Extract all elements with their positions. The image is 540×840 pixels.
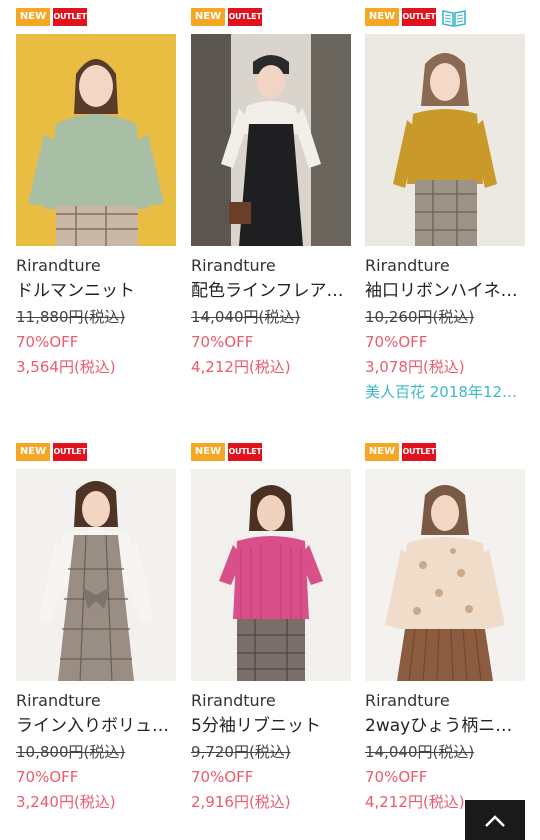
sale-price: 4,212円(税込) [365,793,465,811]
new-badge: NEW [16,443,50,461]
outlet-badge: OUTLET [53,443,87,461]
magazine-link[interactable]: 美人百花 2018年12… [365,382,525,402]
outlet-badge: OUTLET [402,443,436,461]
product-brand: Rirandture [16,256,101,275]
product-brand: Rirandture [365,691,450,710]
outlet-badge: OUTLET [53,8,87,26]
badge-row: NEW OUTLET [365,8,467,28]
original-price: 10,800円(税込) [16,743,126,761]
outlet-badge: OUTLET [402,8,436,26]
sale-price: 3,240円(税込) [16,793,116,811]
scroll-to-top-button[interactable] [465,800,525,840]
badge-row: NEW OUTLET [16,443,87,463]
new-badge: NEW [365,8,399,26]
sale-price: 3,078円(税込) [365,358,465,376]
sale-price: 3,564円(税込) [16,358,116,376]
new-badge: NEW [191,8,225,26]
badge-row: NEW OUTLET [191,443,262,463]
product-name[interactable]: ライン入りボリュ… [16,715,176,737]
book-icon [442,10,466,27]
discount-rate: 70%OFF [16,768,79,786]
outlet-badge: OUTLET [228,443,262,461]
discount-rate: 70%OFF [191,333,254,351]
discount-rate: 70%OFF [365,333,428,351]
original-price: 11,880円(税込) [16,308,126,326]
product-image[interactable] [191,34,351,246]
original-price: 9,720円(税込) [191,743,291,761]
discount-rate: 70%OFF [16,333,79,351]
product-brand: Rirandture [365,256,450,275]
product-name[interactable]: 袖口リボンハイネ… [365,280,525,302]
discount-rate: 70%OFF [365,768,428,786]
chevron-up-icon [485,815,505,827]
product-name[interactable]: 配色ラインフレア… [191,280,351,302]
product-image[interactable] [191,469,351,681]
badge-row: NEW OUTLET [365,443,436,463]
product-brand: Rirandture [191,691,276,710]
badge-row: NEW OUTLET [191,8,262,28]
product-image[interactable] [365,469,525,681]
sale-price: 2,916円(税込) [191,793,291,811]
outlet-badge: OUTLET [228,8,262,26]
sale-price: 4,212円(税込) [191,358,291,376]
new-badge: NEW [191,443,225,461]
product-image[interactable] [365,34,525,246]
original-price: 14,040円(税込) [365,743,475,761]
product-brand: Rirandture [191,256,276,275]
product-name[interactable]: 5分袖リブニット [191,715,351,737]
product-image[interactable] [16,34,176,246]
product-image[interactable] [16,469,176,681]
product-name[interactable]: 2wayひょう柄ニ… [365,715,525,737]
badge-row: NEW OUTLET [16,8,87,28]
new-badge: NEW [16,8,50,26]
new-badge: NEW [365,443,399,461]
product-brand: Rirandture [16,691,101,710]
original-price: 10,260円(税込) [365,308,475,326]
product-name[interactable]: ドルマンニット [16,280,176,302]
discount-rate: 70%OFF [191,768,254,786]
original-price: 14,040円(税込) [191,308,301,326]
